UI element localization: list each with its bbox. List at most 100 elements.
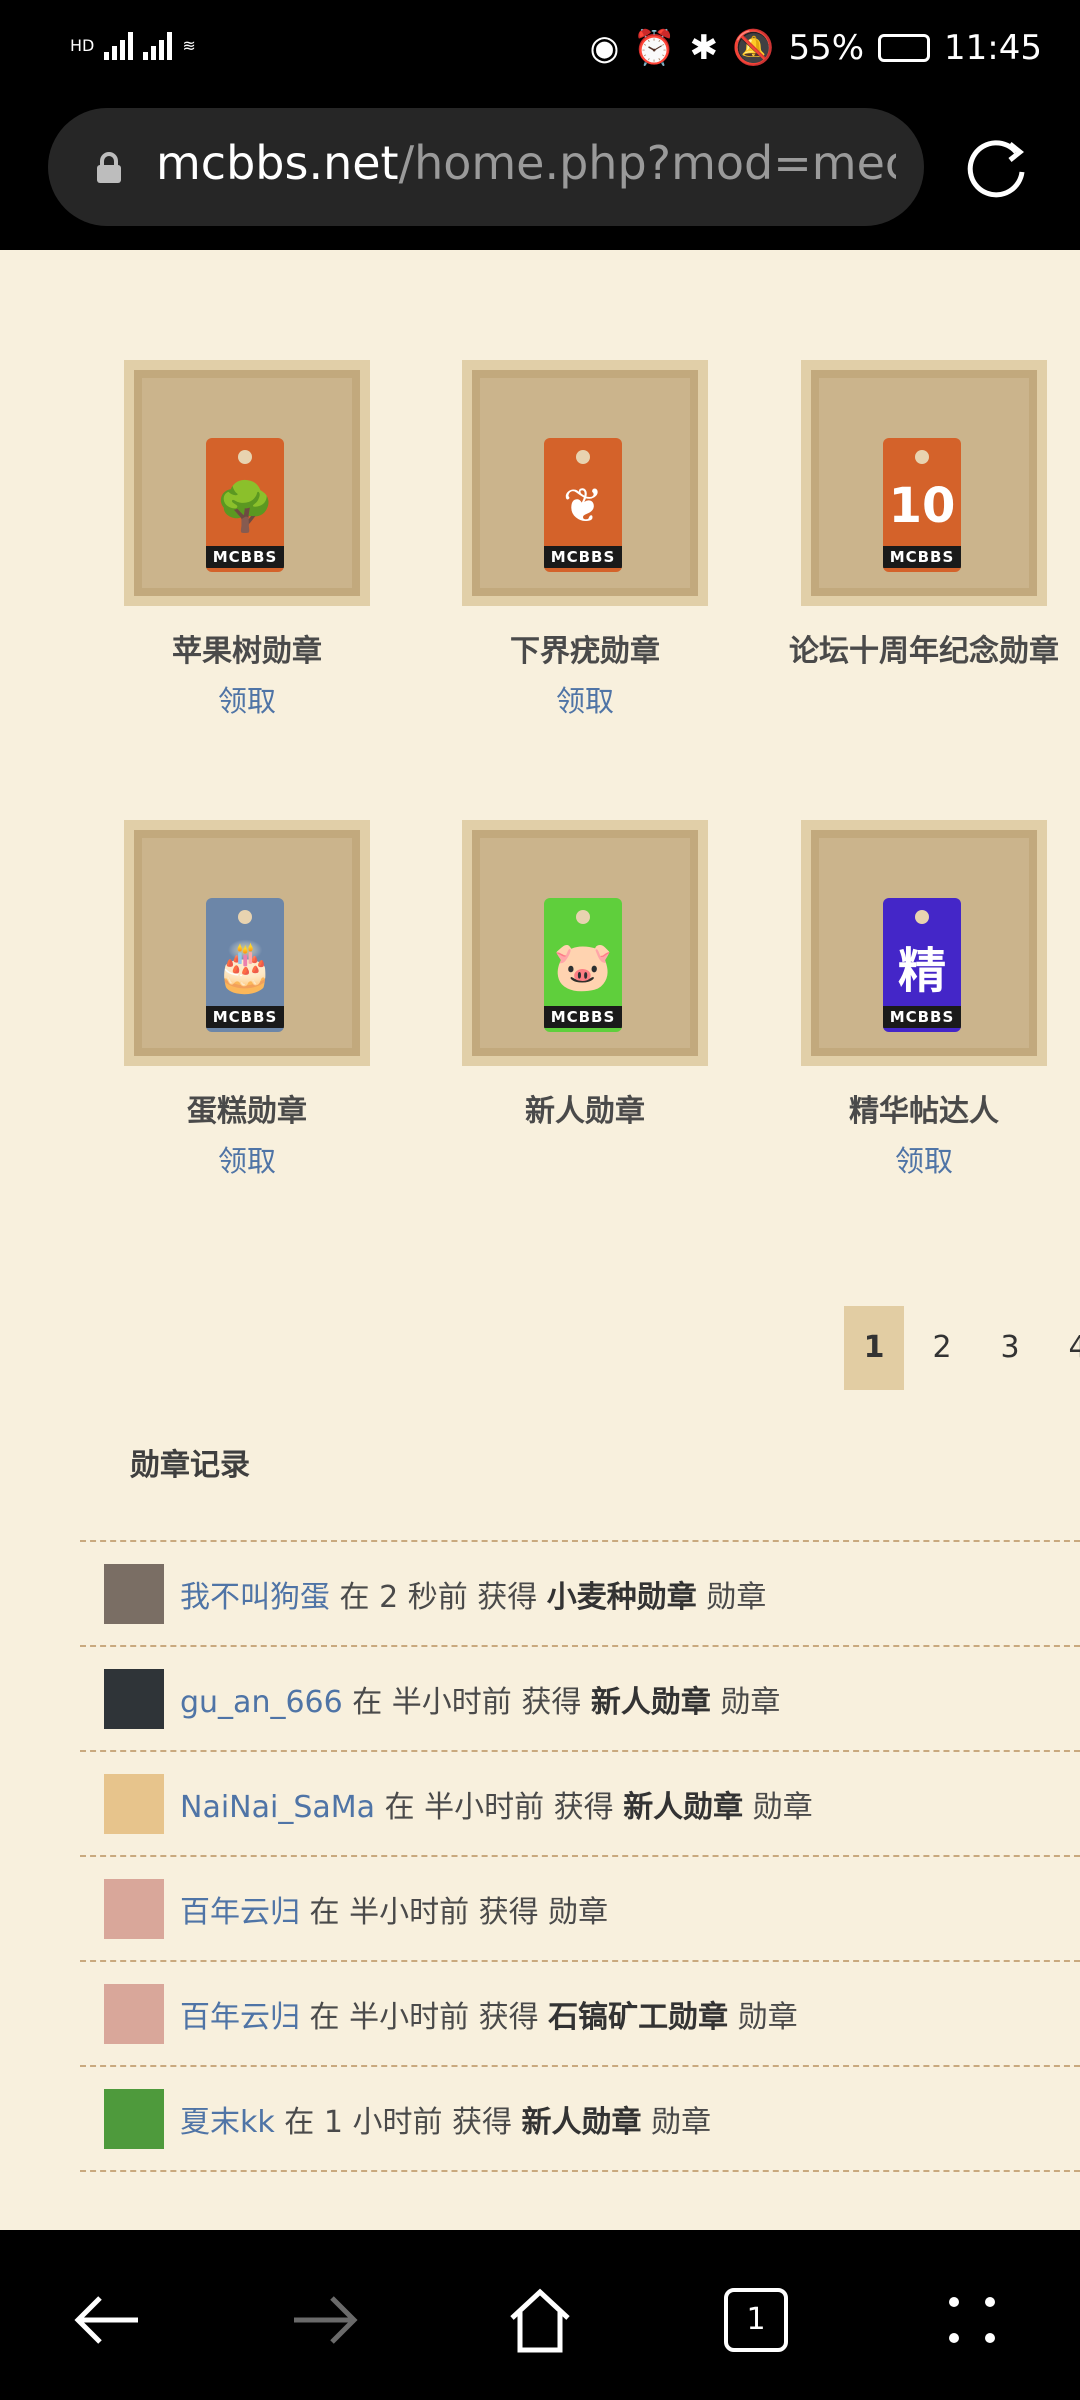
medal-card[interactable]: 🎂 MCBBS 蛋糕勋章 领取 (78, 820, 416, 1180)
medal-tag: 🐷 MCBBS (544, 898, 622, 1032)
signal-icon (104, 30, 134, 60)
alarm-icon: ⏰ (633, 28, 676, 68)
medal-tag: 精 MCBBS (883, 898, 961, 1032)
record-time: 在 2 秒前 获得 (339, 1579, 538, 1615)
record-text: 我不叫狗蛋 在 2 秒前 获得 小麦种勋章 勋章 (180, 1572, 766, 1616)
eye-icon: ◉ (589, 28, 620, 68)
record-suffix: 勋章 (548, 1894, 609, 1930)
medal-name: 蛋糕勋章 (187, 1094, 307, 1129)
clock: 11:45 (944, 28, 1042, 68)
medal-records-list: 我不叫狗蛋 在 2 秒前 获得 小麦种勋章 勋章 gu_an_666 在 半小时… (80, 1540, 1080, 2172)
status-left: HD ≋ (70, 30, 196, 60)
tabs-button[interactable]: 1 (716, 2280, 796, 2360)
medal-card[interactable]: 精 MCBBS 精华帖达人 领取 (755, 820, 1080, 1180)
record-time: 在 半小时前 获得 (309, 1999, 539, 2035)
tag-hole (915, 450, 929, 464)
record-suffix: 勋章 (737, 1999, 798, 2035)
status-bar: HD ≋ ◉ ⏰ ✱ 🔕 55% 11:45 (0, 0, 1080, 100)
user-link[interactable]: NaiNai_SaMa (180, 1790, 375, 1825)
medal-name: 论坛十周年纪念勋章 (789, 634, 1059, 669)
tag-hole (576, 450, 590, 464)
user-link[interactable]: 我不叫狗蛋 (180, 1580, 330, 1615)
claim-link[interactable]: 领取 (416, 678, 754, 720)
tab-count: 1 (724, 2288, 788, 2352)
medal-tag: 10 MCBBS (883, 438, 961, 572)
medal-card[interactable]: 10 MCBBS 论坛十周年纪念勋章 (755, 360, 1080, 678)
user-link[interactable]: 百年云归 (180, 1895, 300, 1930)
record-suffix: 勋章 (752, 1789, 813, 1825)
record-text: 夏末kk 在 1 小时前 获得 新人勋章 勋章 (180, 2097, 711, 2141)
records-title: 勋章记录 (130, 1448, 250, 1483)
mute-icon: 🔕 (732, 28, 775, 68)
medal-brand: MCBBS (544, 1006, 622, 1028)
record-medal: 新人勋章 (590, 1684, 711, 1720)
medal-name: 苹果树勋章 (172, 634, 322, 669)
record-medal: 新人勋章 (623, 1789, 744, 1825)
claim-link[interactable]: 领取 (755, 1138, 1080, 1180)
forward-arrow-icon[interactable] (284, 2280, 364, 2360)
medal-tag: 🎂 MCBBS (206, 898, 284, 1032)
avatar[interactable] (104, 2088, 164, 2149)
medal-name: 精华帖达人 (849, 1094, 999, 1129)
tag-hole (238, 450, 252, 464)
list-item: 夏末kk 在 1 小时前 获得 新人勋章 勋章 (80, 2067, 1080, 2172)
anniversary-icon: 10 (888, 478, 956, 534)
apple-tree-icon: 🌳 (215, 478, 275, 535)
hd-badge: HD (70, 35, 95, 55)
claim-link[interactable]: 领取 (78, 678, 416, 720)
record-suffix: 勋章 (651, 2104, 712, 2140)
page-3-button[interactable]: 3 (980, 1306, 1040, 1390)
reload-icon[interactable] (966, 138, 1028, 200)
medal-tag: 🌳 MCBBS (206, 438, 284, 572)
battery-icon (878, 34, 931, 62)
list-item: NaiNai_SaMa 在 半小时前 获得 新人勋章 勋章 (80, 1752, 1080, 1857)
avatar[interactable] (104, 1878, 164, 1939)
record-suffix: 勋章 (720, 1684, 781, 1720)
medal-name: 新人勋章 (525, 1094, 645, 1129)
record-text: gu_an_666 在 半小时前 获得 新人勋章 勋章 (180, 1677, 780, 1721)
essence-icon: 精 (897, 943, 946, 999)
page-content: 🌳 MCBBS 苹果树勋章 领取 ❦ MCBBS 下界疣勋章 领取 10 MCB… (0, 250, 1080, 2230)
bluetooth-icon: ✱ (689, 28, 719, 68)
user-link[interactable]: 夏末kk (180, 2105, 275, 2140)
pagination: 1 2 3 4 (844, 1306, 1080, 1390)
page-1-button[interactable]: 1 (844, 1306, 904, 1390)
page-4-button[interactable]: 4 (1048, 1306, 1080, 1390)
signal-icon-2 (143, 30, 173, 60)
avatar[interactable] (104, 1563, 164, 1624)
avatar[interactable] (104, 1983, 164, 2044)
list-item: 百年云归 在 半小时前 获得 勋章 (80, 1857, 1080, 1962)
url-path: /home.php?mod=mec (398, 136, 896, 190)
medal-card[interactable]: 🐷 MCBBS 新人勋章 (416, 820, 754, 1138)
medal-brand: MCBBS (883, 1006, 961, 1028)
url-text[interactable]: mcbbs.net/home.php?mod=mec (156, 136, 896, 190)
pig-icon: 🐷 (553, 938, 613, 995)
page-2-button[interactable]: 2 (912, 1306, 972, 1390)
record-text: NaiNai_SaMa 在 半小时前 获得 新人勋章 勋章 (180, 1782, 813, 1826)
home-icon[interactable] (500, 2280, 580, 2360)
medal-tag: ❦ MCBBS (544, 438, 622, 572)
list-item: 百年云归 在 半小时前 获得 石镐矿工勋章 勋章 (80, 1962, 1080, 2067)
user-link[interactable]: 百年云归 (180, 2000, 300, 2035)
avatar[interactable] (104, 1773, 164, 1834)
user-link[interactable]: gu_an_666 (180, 1685, 343, 1720)
nether-wart-icon: ❦ (562, 478, 604, 534)
menu-dots-icon[interactable] (932, 2280, 1012, 2360)
record-text: 百年云归 在 半小时前 获得 石镐矿工勋章 勋章 (180, 1992, 798, 2036)
url-host: mcbbs.net (156, 136, 399, 190)
cake-icon: 🎂 (215, 938, 275, 995)
record-medal: 石镐矿工勋章 (548, 1999, 729, 2035)
medal-card[interactable]: 🌳 MCBBS 苹果树勋章 领取 (78, 360, 416, 720)
tag-hole (238, 910, 252, 924)
medal-frame: 🐷 MCBBS (462, 820, 708, 1066)
record-time: 在 半小时前 获得 (352, 1684, 582, 1720)
medal-name: 下界疣勋章 (510, 634, 660, 669)
record-text: 百年云归 在 半小时前 获得 勋章 (180, 1887, 608, 1931)
record-time: 在 半小时前 获得 (384, 1789, 614, 1825)
address-bar[interactable]: mcbbs.net/home.php?mod=mec (48, 108, 924, 226)
avatar[interactable] (104, 1668, 164, 1729)
claim-link[interactable]: 领取 (78, 1138, 416, 1180)
back-arrow-icon[interactable] (68, 2280, 148, 2360)
medal-brand: MCBBS (206, 546, 284, 568)
medal-card[interactable]: ❦ MCBBS 下界疣勋章 领取 (416, 360, 754, 720)
